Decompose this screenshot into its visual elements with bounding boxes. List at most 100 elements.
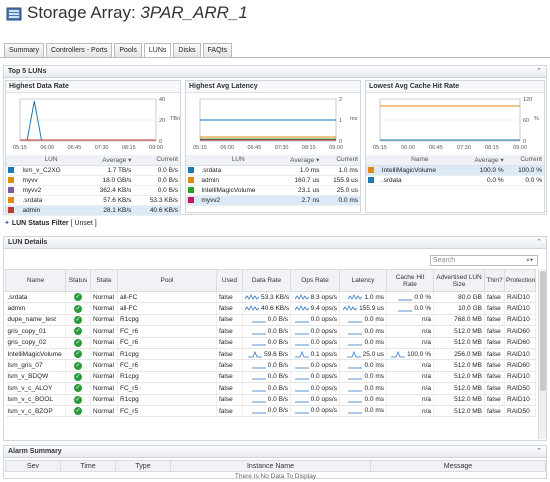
- collapse-icon[interactable]: ⌃: [536, 237, 542, 249]
- legend-column-header[interactable]: LUN: [199, 155, 278, 166]
- legend-row[interactable]: IntelliMagicVolume 100.0 % 100.0 %: [366, 165, 544, 176]
- cell-cache-hit: 0.0 %: [386, 291, 434, 304]
- top5-header[interactable]: Top 5 LUNs ⌃: [4, 66, 546, 78]
- legend-row[interactable]: admin 160.7 us 155.9 us: [186, 175, 360, 186]
- table-row[interactable]: lsm_v_c_BZOP ✓ Normal FC_r5 false 0.0 B/s 0.0 …: [5, 405, 536, 418]
- table-row[interactable]: lsm_gris_07 ✓ Normal FC_r6 false 0.0 B/s 0.0 o…: [5, 359, 536, 372]
- legend-header-row: LUN Average ▾ Current: [186, 155, 360, 166]
- tab-disks[interactable]: Disks: [173, 43, 201, 57]
- column-header[interactable]: Name: [5, 269, 66, 292]
- cell-data-rate: 40.6 KB/s: [242, 302, 291, 315]
- legend-row[interactable]: myvv2 2.7 ns 0.0 ms: [186, 195, 360, 206]
- cell-pool: all-FC: [117, 291, 217, 304]
- legend-average: 18.0 GB/s: [81, 175, 134, 186]
- legend-row[interactable]: .srdata 0.0 % 0.0 %: [366, 175, 544, 186]
- search-icon[interactable]: ⌕▾: [526, 256, 533, 265]
- table-row[interactable]: lsm_v_BDQW ✓ Normal R1cpg false 0.0 B/s 0.0 op…: [5, 371, 536, 384]
- legend-row[interactable]: admin 28.1 KB/s 40.6 KB/s: [6, 205, 180, 216]
- tab-summary[interactable]: Summary: [4, 43, 44, 57]
- column-header[interactable]: Thin?: [484, 269, 505, 292]
- table-row[interactable]: .srdata ✓ Normal all-FC false 53.3 KB/s 8.3 op…: [5, 291, 536, 304]
- legend-lun-name: IntelliMagicVolume: [379, 165, 460, 176]
- lun-details-header[interactable]: LUN Details ⌃: [4, 237, 546, 249]
- column-header[interactable]: Ops Rate: [290, 269, 340, 292]
- cell-size: 512.0 MB: [433, 337, 485, 349]
- cell-status: ✓: [65, 325, 91, 338]
- tab-faqts[interactable]: FAQts: [202, 43, 232, 57]
- column-header[interactable]: Protection: [504, 269, 536, 292]
- cell-size: 512.0 MB: [433, 405, 485, 418]
- legend-column-header[interactable]: Name: [379, 155, 460, 166]
- legend-column-header[interactable]: Average ▾: [81, 155, 134, 166]
- sparkline: [294, 321, 309, 323]
- column-header[interactable]: Data Rate: [242, 269, 291, 292]
- status-ok-icon: ✓: [74, 327, 82, 336]
- table-row[interactable]: admin ✓ Normal all-FC false 40.6 KB/s 9.4 ops/…: [5, 302, 536, 315]
- cell-used: false: [216, 348, 243, 361]
- column-header[interactable]: State: [90, 269, 118, 292]
- cell-state: Normal: [90, 382, 118, 395]
- cell-name: dupe_name_test: [5, 314, 66, 327]
- column-header[interactable]: Used: [216, 269, 243, 292]
- series-color-swatch: [368, 176, 374, 183]
- legend-column-header: [366, 155, 380, 166]
- search-input[interactable]: Search ⌕▾: [430, 255, 538, 266]
- column-header[interactable]: Pool: [117, 269, 217, 292]
- table-scrollbar[interactable]: [538, 269, 546, 439]
- collapse-icon[interactable]: ⌃: [536, 446, 542, 458]
- x-tick-label: 08:15: [485, 145, 499, 151]
- sparkline: [251, 413, 266, 414]
- alarm-column-header[interactable]: Type: [115, 460, 171, 472]
- legend-row[interactable]: myvv 18.0 GB/s 0.0 B/s: [6, 175, 180, 186]
- tab-luns[interactable]: LUNs: [143, 43, 172, 58]
- legend-column-header[interactable]: Current: [321, 155, 360, 166]
- cell-cache-hit: 0.0 %: [386, 302, 434, 315]
- table-row[interactable]: gris_copy_02 ✓ Normal FC_r6 false 0.0 B/s 0.0 …: [5, 337, 536, 349]
- table-row[interactable]: dupe_name_test ✓ Normal R1cpg false 0.0 B/s 0.…: [5, 314, 536, 327]
- chart-plot: 210ms05:15 06:00 06:45 07:30 08:15 09:00: [193, 97, 357, 151]
- alarm-column-header[interactable]: Message: [370, 460, 546, 472]
- alarm-column-header[interactable]: Sev: [5, 460, 61, 472]
- table-header-row: Name Status State Pool Used Data Rate Ops Rate…: [5, 269, 536, 292]
- scrollbar-thumb[interactable]: [540, 271, 546, 391]
- table-row[interactable]: lsm_v_c_ALOY ✓ Normal FC_r5 false 0.0 B/s 0.0 …: [5, 382, 536, 395]
- legend-row[interactable]: IntelliMagicVolume 23.1 us 25.0 us: [186, 185, 360, 196]
- cell-size: 512.0 MB: [433, 359, 485, 372]
- cell-latency: 25.0 us: [339, 348, 387, 361]
- tab-controllers-ports[interactable]: Controllers - Ports: [45, 43, 113, 57]
- legend-row[interactable]: myvv2 362.4 KB/s 0.0 B/s: [6, 185, 180, 196]
- lun-table: Name Status State Pool Used Data Rate Ops Rate…: [5, 269, 536, 418]
- filter-value[interactable]: [ Unset ]: [71, 220, 97, 227]
- sparkline: [294, 367, 309, 369]
- sparkline: [251, 344, 266, 346]
- legend-row[interactable]: lsm_v_C2XG 1.7 TB/s 0.0 B/s: [6, 165, 180, 176]
- alarm-column-header[interactable]: Time: [60, 460, 116, 472]
- legend-column-header[interactable]: Current: [133, 155, 180, 166]
- cell-status: ✓: [65, 371, 91, 384]
- table-row[interactable]: lsm_v_c_BOOL ✓ Normal R1cpg false 0.0 B/s 0.0 …: [5, 394, 536, 406]
- column-header[interactable]: Cache Hit Rate: [386, 269, 434, 292]
- legend-average: 100.0 %: [459, 165, 506, 176]
- legend-row[interactable]: .srdata 57.6 KB/s 53.3 KB/s: [6, 195, 180, 206]
- collapse-icon[interactable]: ⌃: [536, 66, 542, 78]
- column-header[interactable]: Latency: [339, 269, 387, 292]
- legend-column-header[interactable]: Current: [505, 155, 544, 166]
- legend-column-header[interactable]: Average ▾: [277, 155, 322, 166]
- cell-latency: 1.0 ms: [339, 291, 387, 304]
- table-row[interactable]: gris_copy_01 ✓ Normal FC_r6 false 0.0 B/s 0.0 …: [5, 325, 536, 338]
- column-header[interactable]: Advertised LUN Size: [433, 269, 485, 292]
- legend-row[interactable]: .srdata 1.0 ms 1.0 ms: [186, 165, 360, 176]
- legend-column-header[interactable]: LUN: [20, 155, 82, 166]
- legend-column-header[interactable]: Average ▾: [459, 155, 506, 166]
- tab-pools[interactable]: Pools: [114, 43, 142, 57]
- sparkline: [348, 413, 363, 414]
- column-header[interactable]: Status: [65, 269, 91, 292]
- alarm-summary-header[interactable]: Alarm Summary ⌃: [4, 446, 546, 458]
- legend-header-row: Name Average ▾ Current: [366, 155, 544, 166]
- sparkline: [348, 321, 363, 323]
- lun-status-filter[interactable]: ✦ LUN Status Filter [ Unset ]: [4, 219, 97, 227]
- table-row[interactable]: IntelliMagicVolume ✓ Normal R1cpg false 59.6 …: [5, 348, 536, 361]
- cell-state: Normal: [90, 302, 118, 315]
- alarm-column-header[interactable]: Instance Name: [170, 460, 371, 472]
- cell-ops-rate: 9.4 ops/s: [290, 302, 340, 315]
